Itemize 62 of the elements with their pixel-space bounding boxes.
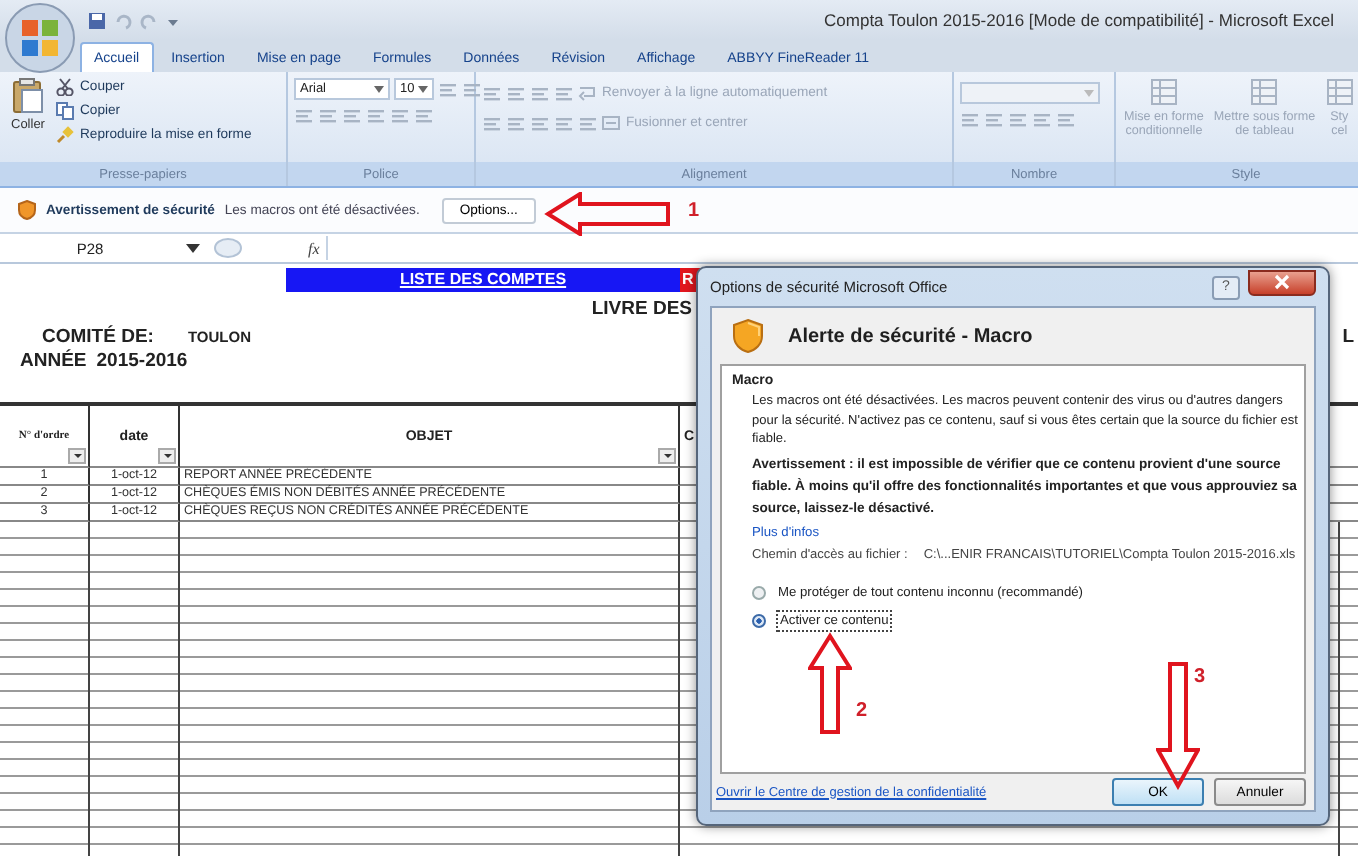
field-label: COMITÉ DE: bbox=[42, 326, 154, 348]
wrap-icon bbox=[578, 84, 596, 102]
format-icon[interactable] bbox=[554, 114, 574, 132]
format-icon[interactable] bbox=[960, 110, 980, 128]
format-icon[interactable] bbox=[318, 106, 338, 124]
function-button[interactable]: fx bbox=[308, 239, 320, 257]
shield-icon bbox=[732, 318, 764, 354]
number-format-field[interactable] bbox=[960, 82, 1100, 104]
close-icon bbox=[1274, 274, 1290, 290]
merge-icon bbox=[602, 114, 620, 132]
format-icon[interactable] bbox=[390, 106, 410, 124]
clipboard-icon bbox=[12, 78, 44, 114]
format-icon[interactable] bbox=[530, 84, 550, 102]
radio-button[interactable] bbox=[752, 614, 766, 629]
radio-button[interactable] bbox=[752, 586, 766, 601]
format-icon[interactable] bbox=[294, 106, 314, 124]
step-number: 2 bbox=[856, 700, 868, 722]
field-value: 2015-2016 bbox=[96, 350, 188, 372]
filter-button[interactable] bbox=[658, 448, 676, 464]
save-icon[interactable] bbox=[88, 11, 106, 29]
banner-title: LISTE DES COMPTES bbox=[286, 268, 680, 292]
format-icon[interactable] bbox=[506, 84, 526, 102]
filter-button[interactable] bbox=[158, 448, 176, 464]
format-icon[interactable] bbox=[1008, 110, 1028, 128]
caret-icon bbox=[1084, 89, 1094, 97]
caret-icon[interactable] bbox=[186, 243, 200, 253]
window-title: Compta Toulon 2015-2016 [Mode de compatibilité] - Microsoft Excel bbox=[824, 10, 1334, 30]
format-icon[interactable] bbox=[482, 114, 502, 132]
field-label: ANNÉE bbox=[20, 350, 87, 372]
undo-icon[interactable] bbox=[114, 11, 132, 29]
sheet-heading: L bbox=[1342, 326, 1354, 348]
dialog-heading: Alerte de sécurité - Macro bbox=[788, 325, 1033, 347]
scissors-icon bbox=[56, 78, 74, 96]
format-icon[interactable] bbox=[1056, 110, 1076, 128]
copy-icon bbox=[56, 102, 74, 120]
format-icon[interactable] bbox=[578, 114, 598, 132]
sheet-heading: LIVRE DES bbox=[591, 298, 692, 320]
table-icon bbox=[1250, 78, 1279, 106]
filter-button[interactable] bbox=[68, 448, 86, 464]
step-number: 3 bbox=[1194, 666, 1206, 688]
format-icon[interactable] bbox=[506, 114, 526, 132]
table-icon bbox=[1325, 78, 1354, 106]
redo-icon[interactable] bbox=[140, 11, 158, 29]
close-button[interactable] bbox=[1248, 269, 1316, 295]
shield-icon bbox=[18, 200, 36, 220]
annotation-arrow bbox=[808, 632, 852, 736]
caret-icon bbox=[374, 85, 384, 93]
caret-icon bbox=[418, 85, 428, 93]
format-icon[interactable] bbox=[342, 106, 362, 124]
table-icon bbox=[1149, 78, 1178, 106]
format-icon[interactable] bbox=[482, 84, 502, 102]
format-icon[interactable] bbox=[984, 110, 1004, 128]
format-icon[interactable] bbox=[462, 80, 482, 98]
brush-icon bbox=[56, 126, 74, 144]
annotation-arrow bbox=[544, 192, 672, 236]
format-icon[interactable] bbox=[414, 106, 434, 124]
format-icon[interactable] bbox=[1032, 110, 1052, 128]
step-number: 1 bbox=[688, 200, 700, 222]
format-icon[interactable] bbox=[366, 106, 386, 124]
format-icon[interactable] bbox=[438, 80, 458, 98]
format-icon[interactable] bbox=[530, 114, 550, 132]
format-icon[interactable] bbox=[554, 84, 574, 102]
